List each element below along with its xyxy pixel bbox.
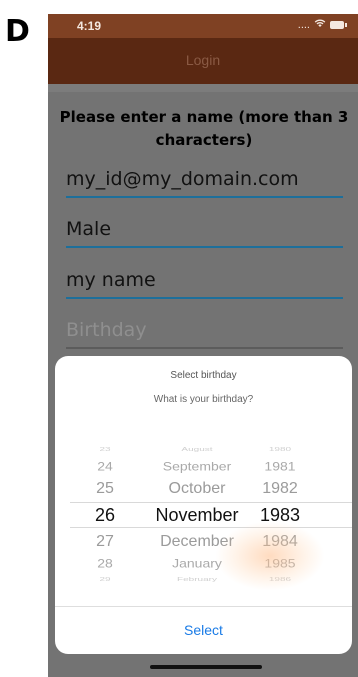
day-wheel[interactable]: 23 24 25 26 27 28 29 [85, 438, 125, 598]
touch-highlight [215, 521, 325, 591]
signal-icon: .... [297, 18, 310, 31]
select-button[interactable]: Select [55, 607, 352, 654]
day-option[interactable]: 29 [85, 576, 125, 582]
home-indicator [150, 665, 262, 669]
email-field[interactable]: my_id@my_domain.com [66, 164, 343, 198]
year-option[interactable]: 1980 [250, 446, 310, 452]
status-bar: 4:19 .... [48, 14, 358, 38]
month-option[interactable]: October [137, 480, 257, 498]
day-option[interactable]: 23 [85, 446, 125, 452]
birthday-picker-sheet: Select birthday What is your birthday? 2… [55, 356, 352, 654]
day-option-selected[interactable]: 26 [85, 505, 125, 526]
nav-bar: Login [48, 38, 358, 92]
year-option[interactable]: 1981 [250, 459, 310, 473]
name-field[interactable]: my name [66, 265, 343, 299]
name-prompt: Please enter a name (more than 3 charact… [59, 108, 349, 149]
birthday-field[interactable]: Birthday [66, 315, 343, 349]
sheet-title: Select birthday [170, 370, 237, 381]
month-option[interactable]: September [137, 459, 257, 473]
phone-screen: 4:19 .... Login Please enter a name (mor… [48, 14, 358, 677]
gender-field[interactable]: Male [66, 214, 343, 248]
sheet-subtitle: What is your birthday? [153, 394, 254, 405]
status-time: 4:19 [77, 19, 102, 33]
year-option[interactable]: 1982 [250, 480, 310, 498]
day-option[interactable]: 28 [85, 556, 125, 570]
day-option[interactable]: 25 [85, 480, 125, 498]
day-option[interactable]: 27 [85, 533, 125, 551]
month-option[interactable]: August [137, 446, 257, 452]
status-indicators: .... [297, 18, 347, 31]
panel-label: D [5, 14, 30, 49]
wifi-icon [314, 18, 326, 31]
battery-icon [330, 20, 347, 29]
nav-title: Login [185, 52, 221, 68]
day-option[interactable]: 24 [85, 459, 125, 473]
